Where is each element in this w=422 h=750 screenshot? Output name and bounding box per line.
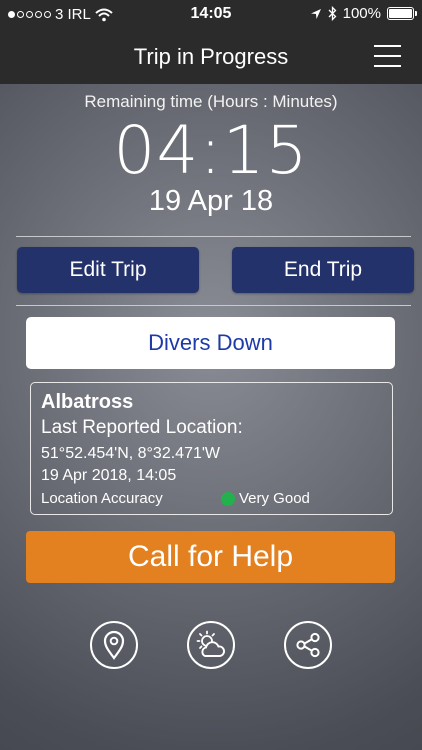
accuracy-value: Very Good bbox=[239, 490, 310, 507]
status-dot-icon bbox=[221, 492, 235, 506]
coordinates: 51°52.454'N, 8°32.471'W bbox=[41, 445, 221, 462]
divider-top bbox=[16, 236, 411, 237]
divider-bottom bbox=[16, 305, 411, 306]
share-icon[interactable] bbox=[284, 621, 332, 669]
last-location-heading: Last Reported Location: bbox=[41, 417, 243, 438]
accuracy-label: Location Accuracy bbox=[41, 490, 163, 507]
status-bar: 3 IRL 14:05 100% bbox=[0, 0, 422, 30]
remaining-time-value: 04:15 bbox=[113, 112, 309, 189]
status-right: 100% bbox=[310, 5, 417, 22]
divers-down-button[interactable]: Divers Down bbox=[26, 317, 395, 369]
battery-icon bbox=[387, 7, 417, 20]
battery-percent: 100% bbox=[342, 5, 381, 22]
location-card: Albatross Last Reported Location: 51°52.… bbox=[30, 382, 393, 515]
nav-bar: Trip in Progress bbox=[0, 30, 422, 84]
accuracy-row: Location Accuracy Very Good bbox=[41, 488, 382, 510]
call-for-help-button[interactable]: Call for Help bbox=[26, 531, 395, 583]
trip-date: 19 Apr 18 bbox=[148, 185, 274, 217]
hamburger-menu-icon[interactable] bbox=[374, 45, 401, 67]
weather-icon[interactable] bbox=[187, 621, 235, 669]
location-pin-icon[interactable] bbox=[90, 621, 138, 669]
location-arrow-icon bbox=[310, 8, 321, 19]
vessel-name: Albatross bbox=[41, 391, 134, 413]
bluetooth-icon bbox=[328, 6, 337, 21]
page-title: Trip in Progress bbox=[133, 44, 289, 69]
edit-trip-button[interactable]: Edit Trip bbox=[17, 247, 199, 293]
end-trip-button[interactable]: End Trip bbox=[232, 247, 414, 293]
remaining-time-label: Remaining time (Hours : Minutes) bbox=[84, 92, 338, 111]
accuracy-status: Very Good bbox=[221, 488, 310, 510]
reported-time: 19 Apr 2018, 14:05 bbox=[41, 467, 177, 484]
